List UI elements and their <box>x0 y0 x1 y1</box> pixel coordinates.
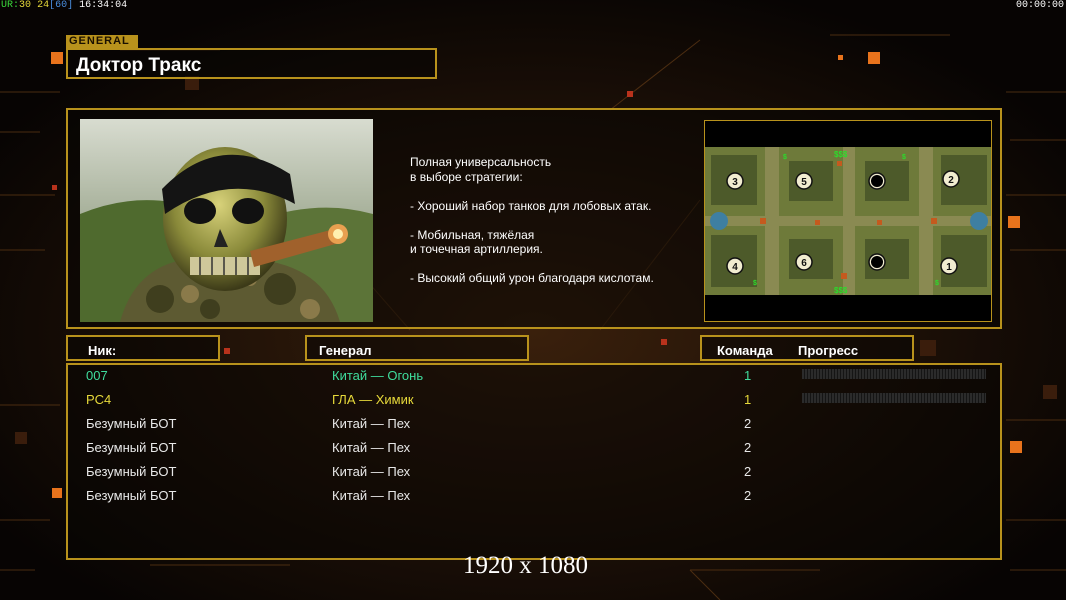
player-row: Безумный БОТ Китай — Пех 2 <box>68 485 1000 509</box>
player-progress-bar <box>802 393 986 403</box>
fps-value-c: [60] <box>49 0 74 11</box>
column-header-nick: Ник: <box>66 335 220 361</box>
general-info-panel: Полная универсальность в выборе стратеги… <box>66 108 1002 329</box>
player-row: Безумный БОТ Китай — Пех 2 <box>68 461 1000 485</box>
svg-text:$: $ <box>783 154 787 161</box>
player-general: Китай — Пех <box>332 464 411 479</box>
map-preview[interactable]: $ $ $ $ $$$ $$$ 3 5 2 4 6 1 <box>704 120 992 322</box>
general-title-box: Доктор Тракс <box>66 48 437 79</box>
player-team: 2 <box>744 440 752 455</box>
general-name: Доктор Тракс <box>76 55 202 76</box>
player-general: Китай — Огонь <box>332 368 424 383</box>
description-line: - Мобильная, тяжёлая <box>410 227 535 242</box>
player-list: 007 Китай — Огонь 1 PC4 ГЛА — Химик 1 Безумный… <box>66 363 1002 560</box>
description-line: - Высокий общий урон благодаря кислотам. <box>410 271 654 285</box>
spawn-label: 6 <box>801 258 807 269</box>
spawn-label: 2 <box>948 175 954 186</box>
map-money-bottom: $$$ <box>834 286 848 295</box>
svg-text:$: $ <box>902 154 906 161</box>
player-row: PC4 ГЛА — Химик 1 <box>68 389 1000 413</box>
general-tag: GENERAL <box>66 35 138 48</box>
column-label-team: Команда <box>717 343 773 358</box>
general-portrait <box>80 119 373 322</box>
general-description: Полная универсальность в выборе стратеги… <box>410 155 700 286</box>
player-progress-bar <box>802 369 986 379</box>
player-general: Китай — Пех <box>332 488 411 503</box>
player-team: 2 <box>744 464 752 479</box>
player-team: 1 <box>744 368 752 383</box>
svg-text:$: $ <box>935 280 939 287</box>
player-general: ГЛА — Химик <box>332 392 414 407</box>
description-line: Полная универсальность <box>410 155 552 169</box>
fps-value-b: 24 <box>37 0 50 11</box>
player-row: Безумный БОТ Китай — Пех 2 <box>68 413 1000 437</box>
spawn-label: 5 <box>801 177 807 188</box>
player-general: Китай — Пех <box>332 440 411 455</box>
column-label-nick: Ник: <box>88 343 117 358</box>
spawn-label: 3 <box>732 177 738 188</box>
fps-prefix: UR <box>1 0 14 11</box>
map-money-top: $$$ <box>834 150 848 159</box>
session-timer: 00:00:00 <box>1015 0 1064 11</box>
player-nick: Безумный БОТ <box>86 440 177 455</box>
description-line <box>410 257 700 272</box>
column-header-general: Генерал <box>305 335 529 361</box>
player-team: 2 <box>744 416 752 431</box>
player-nick: PC4 <box>86 392 112 407</box>
description-line <box>410 213 700 228</box>
player-row: Безумный БОТ Китай — Пех 2 <box>68 437 1000 461</box>
description-line <box>410 184 700 199</box>
column-label-progress: Прогресс <box>798 343 859 358</box>
player-nick: Безумный БОТ <box>86 416 177 431</box>
spawn-label: 1 <box>946 262 952 273</box>
description-line: в выборе стратегии: <box>410 169 523 184</box>
player-nick: Безумный БОТ <box>86 488 177 503</box>
fps-counter: UR:30 24[60] 16:34:04 <box>1 0 128 11</box>
column-header-team-progress: Команда Прогресс <box>700 335 914 361</box>
clock: 16:34:04 <box>79 0 128 11</box>
player-row: 007 Китай — Огонь 1 <box>68 365 1000 389</box>
resolution-label: 1920 x 1080 <box>463 552 588 579</box>
player-team: 2 <box>744 488 752 503</box>
player-general: Китай — Пех <box>332 416 411 431</box>
player-nick: 007 <box>86 368 108 383</box>
player-team: 1 <box>744 392 752 407</box>
description-line: - Хороший набор танков для лобовых атак. <box>410 198 652 213</box>
fps-value-a: 30 <box>19 0 32 11</box>
svg-text:$: $ <box>753 280 757 287</box>
spawn-label: 4 <box>732 262 738 273</box>
player-nick: Безумный БОТ <box>86 464 177 479</box>
description-line: и точечная артиллерия. <box>410 242 543 256</box>
column-label-general: Генерал <box>319 343 372 358</box>
